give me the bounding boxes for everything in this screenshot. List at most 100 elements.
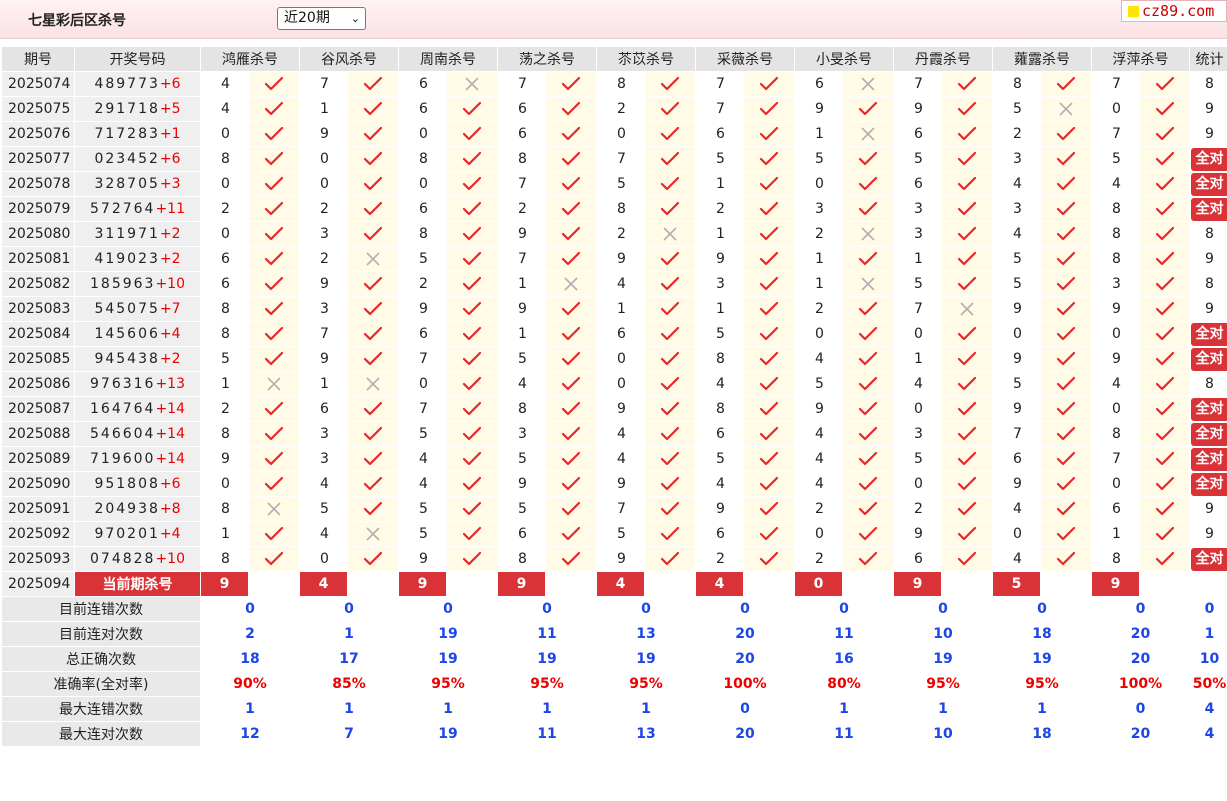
draw-main: 311971 bbox=[94, 226, 160, 242]
draw-main: 328705 bbox=[94, 176, 160, 192]
summary-value: 18 bbox=[992, 621, 1092, 647]
issue-cell: 2025088 bbox=[1, 421, 75, 447]
result-correct bbox=[941, 321, 993, 347]
draw-special: +13 bbox=[155, 376, 185, 392]
check-icon bbox=[660, 376, 680, 391]
table-row: 2025087 164764+14 2 6 7 8 9 8 9 0 9 0 全对 bbox=[1, 396, 1227, 422]
kill-number: 4 bbox=[1091, 371, 1140, 397]
result-correct bbox=[248, 146, 300, 172]
site-logo[interactable]: cz89.com bbox=[1121, 0, 1227, 22]
table-row: 2025084 145606+4 8 7 6 1 6 5 0 0 0 0 全对 bbox=[1, 321, 1227, 347]
kill-number: 7 bbox=[893, 71, 942, 97]
kill-number: 2 bbox=[497, 196, 546, 222]
check-icon bbox=[660, 251, 680, 266]
result-correct bbox=[545, 221, 597, 247]
result-correct bbox=[248, 96, 300, 122]
draw-main: 945438 bbox=[94, 351, 160, 367]
check-icon bbox=[759, 451, 779, 466]
kill-number: 7 bbox=[695, 71, 744, 97]
result-correct bbox=[842, 321, 894, 347]
check-icon bbox=[660, 326, 680, 341]
kill-number: 4 bbox=[893, 371, 942, 397]
draw-main: 951808 bbox=[94, 476, 160, 492]
draw-cell: 945438+2 bbox=[74, 346, 201, 372]
period-select[interactable]: 近20期 ⌄ bbox=[277, 7, 366, 30]
summary-value: 13 bbox=[596, 721, 696, 747]
check-icon bbox=[1056, 276, 1076, 291]
summary-row: 最大连对次数 12 7 19 11 13 20 11 10 18 20 4 bbox=[1, 721, 1227, 747]
check-icon bbox=[1056, 501, 1076, 516]
result-correct bbox=[446, 96, 498, 122]
draw-cell: 164764+14 bbox=[74, 396, 201, 422]
result-correct bbox=[743, 96, 795, 122]
check-icon bbox=[1056, 426, 1076, 441]
summary-value: 16 bbox=[794, 646, 894, 672]
result-wrong bbox=[842, 121, 894, 147]
result-correct bbox=[743, 521, 795, 547]
result-correct bbox=[842, 346, 894, 372]
check-icon bbox=[561, 226, 581, 241]
kill-number: 5 bbox=[497, 346, 546, 372]
result-correct bbox=[545, 71, 597, 97]
summary-value: 1 bbox=[497, 696, 597, 722]
kill-number: 0 bbox=[398, 121, 447, 147]
summary-value: 100% bbox=[695, 671, 795, 697]
kill-number: 7 bbox=[596, 496, 645, 522]
draw-special: +2 bbox=[159, 251, 181, 267]
kill-number: 8 bbox=[200, 296, 249, 322]
kill-number: 3 bbox=[299, 221, 348, 247]
result-correct bbox=[941, 146, 993, 172]
check-icon bbox=[1056, 251, 1076, 266]
summary-value: 20 bbox=[695, 646, 795, 672]
kill-number: 5 bbox=[398, 421, 447, 447]
result-correct bbox=[1139, 496, 1190, 522]
issue-cell: 2025081 bbox=[1, 246, 75, 272]
table-row: 2025078 328705+3 0 0 0 7 5 1 0 6 4 4 全对 bbox=[1, 171, 1227, 197]
check-icon bbox=[1155, 401, 1174, 416]
col-expert: 周南杀号 bbox=[398, 46, 498, 72]
summary-value: 0 bbox=[596, 596, 696, 622]
summary-value: 19 bbox=[398, 621, 498, 647]
current-blank bbox=[1040, 571, 1092, 597]
kill-number: 4 bbox=[398, 446, 447, 472]
check-icon bbox=[957, 426, 977, 441]
kill-number: 4 bbox=[695, 471, 744, 497]
result-wrong bbox=[248, 371, 300, 397]
kill-number: 9 bbox=[200, 446, 249, 472]
check-icon bbox=[1155, 351, 1174, 366]
result-correct bbox=[644, 396, 696, 422]
kill-number-table: 期号 开奖号码 鸿雁杀号 谷风杀号 周南杀号 荡之杀号 苶苡杀号 采薇杀号 小旻杀号 丹霞杀号… bbox=[1, 46, 1227, 747]
all-correct-badge: 全对 bbox=[1190, 547, 1227, 571]
check-icon bbox=[561, 151, 581, 166]
result-correct bbox=[842, 396, 894, 422]
result-correct bbox=[743, 246, 795, 272]
result-correct bbox=[941, 421, 993, 447]
cross-icon bbox=[366, 377, 380, 391]
draw-cell: 291718+5 bbox=[74, 96, 201, 122]
draw-cell: 970201+4 bbox=[74, 521, 201, 547]
kill-number: 5 bbox=[596, 521, 645, 547]
check-icon bbox=[1155, 451, 1174, 466]
kill-number: 5 bbox=[992, 271, 1041, 297]
current-issue: 2025094 bbox=[1, 571, 75, 597]
result-correct bbox=[842, 371, 894, 397]
issue-cell: 2025075 bbox=[1, 96, 75, 122]
stat-cell: 全对 bbox=[1189, 421, 1227, 447]
draw-special: +6 bbox=[159, 151, 181, 167]
summary-row: 总正确次数 18 17 19 19 19 20 16 19 19 20 10 bbox=[1, 646, 1227, 672]
kill-number: 1 bbox=[695, 171, 744, 197]
col-expert: 谷风杀号 bbox=[299, 46, 399, 72]
check-icon bbox=[363, 76, 383, 91]
result-correct bbox=[743, 146, 795, 172]
result-correct bbox=[644, 96, 696, 122]
result-correct bbox=[743, 471, 795, 497]
result-correct bbox=[347, 221, 399, 247]
issue-cell: 2025080 bbox=[1, 221, 75, 247]
col-expert: 丹霞杀号 bbox=[893, 46, 993, 72]
check-icon bbox=[759, 501, 779, 516]
result-correct bbox=[842, 471, 894, 497]
current-blank bbox=[347, 571, 399, 597]
cross-icon bbox=[267, 502, 281, 516]
kill-number: 0 bbox=[794, 321, 843, 347]
issue-cell: 2025093 bbox=[1, 546, 75, 572]
